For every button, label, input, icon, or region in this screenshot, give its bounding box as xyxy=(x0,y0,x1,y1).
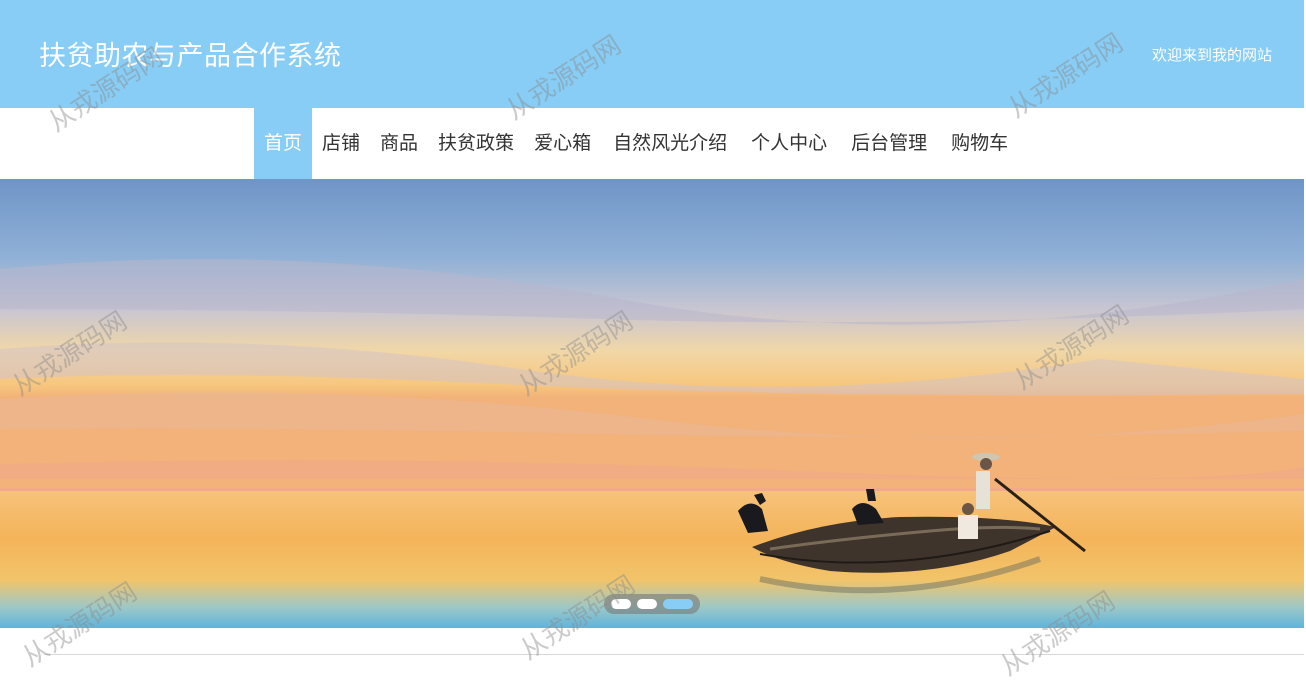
welcome-text: 欢迎来到我的网站 xyxy=(1151,46,1272,64)
nav-item-cart[interactable]: 购物车 xyxy=(939,108,1020,179)
carousel-banner[interactable] xyxy=(0,179,1304,628)
nav-item-scenery[interactable]: 自然风光介绍 xyxy=(601,108,739,179)
carousel-indicators xyxy=(604,594,700,614)
divider xyxy=(44,654,1304,655)
site-title[interactable]: 扶贫助农与产品合作系统 xyxy=(39,34,342,73)
nav-item-products[interactable]: 商品 xyxy=(370,108,428,179)
nav-item-admin[interactable]: 后台管理 xyxy=(839,108,939,179)
banner-image xyxy=(0,179,1304,628)
main-nav: 首页 店铺 商品 扶贫政策 爱心箱 自然风光介绍 个人中心 后台管理 购物车 xyxy=(0,108,1304,179)
carousel-dot-1[interactable] xyxy=(611,599,631,609)
nav-item-profile[interactable]: 个人中心 xyxy=(739,108,839,179)
nav-item-policy[interactable]: 扶贫政策 xyxy=(428,108,524,179)
nav-item-shops[interactable]: 店铺 xyxy=(312,108,370,179)
carousel-dot-3-active[interactable] xyxy=(663,599,693,609)
nav-item-home[interactable]: 首页 xyxy=(254,108,313,179)
carousel-dot-2[interactable] xyxy=(637,599,657,609)
site-header: 扶贫助农与产品合作系统 欢迎来到我的网站 xyxy=(0,0,1304,108)
nav-item-love-box[interactable]: 爱心箱 xyxy=(524,108,601,179)
